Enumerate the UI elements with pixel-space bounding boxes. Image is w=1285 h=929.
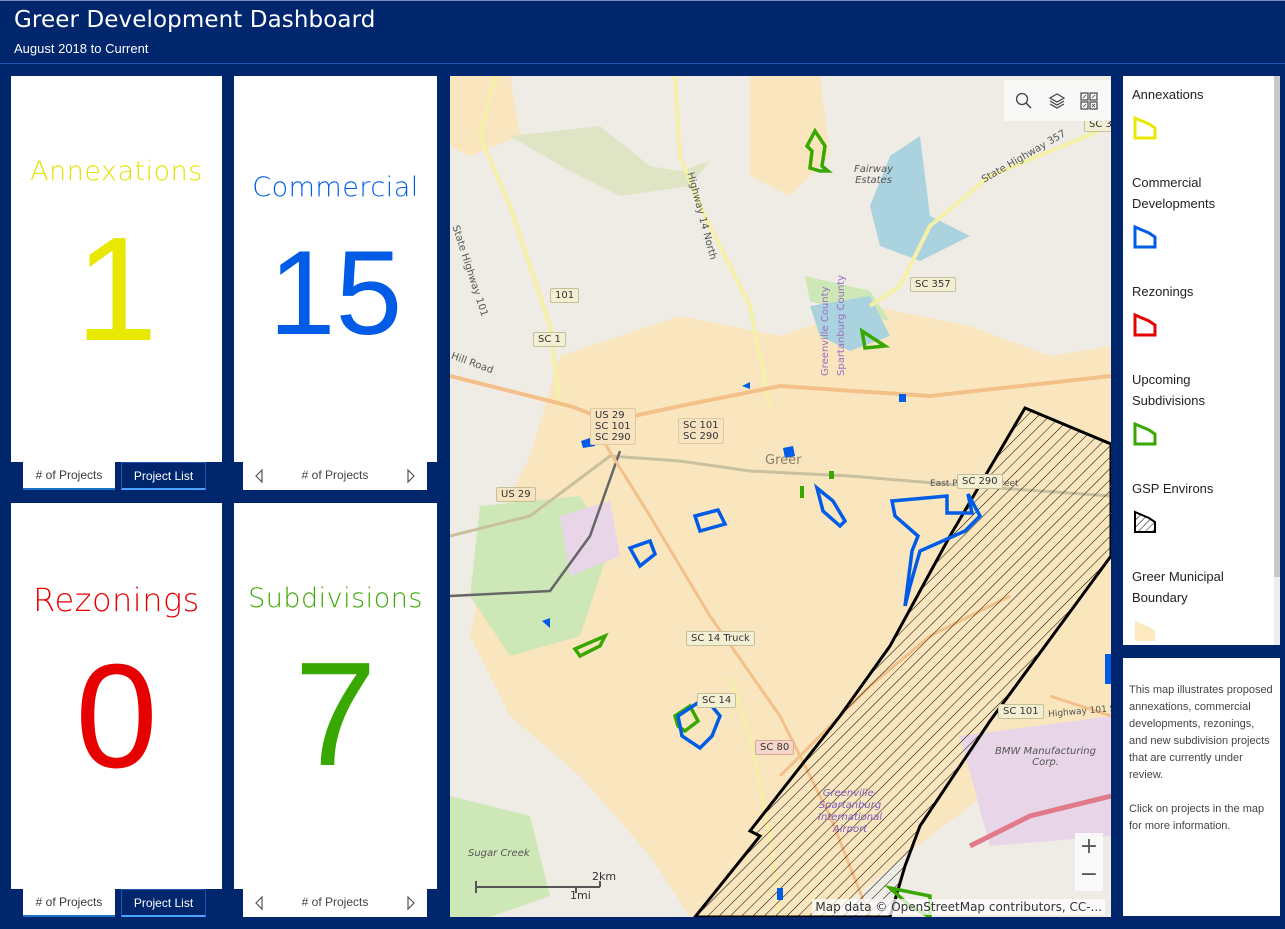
gsp-environs-symbol-icon: [1134, 510, 1156, 533]
subdivisions-pager: # of Projects: [243, 889, 427, 917]
map-attribution[interactable]: Map data © OpenStreetMap contributors, C…: [812, 899, 1105, 915]
legend-item-subdivisions: Upcoming Subdivisions: [1132, 369, 1267, 451]
pager-label: # of Projects: [301, 468, 369, 482]
legend-scrollbar[interactable]: [1274, 76, 1280, 645]
pager-label: # of Projects: [301, 895, 369, 909]
tab-project-list[interactable]: Project List: [121, 889, 206, 917]
zoom-control: + −: [1075, 833, 1103, 891]
subdivisions-card: Subdivisions 7: [234, 503, 437, 889]
next-arrow-icon[interactable]: [405, 468, 417, 484]
zoom-in-button[interactable]: +: [1075, 833, 1103, 861]
dashboard-title: Greer Development Dashboard: [14, 7, 376, 33]
annexations-tabs: # of Projects Project List: [23, 462, 213, 490]
rezonings-card: Rezonings 0: [11, 503, 222, 889]
road-shield: US 29 SC 101 SC 290: [590, 408, 636, 445]
commercial-title: Commercial: [252, 172, 419, 203]
rezonings-symbol-icon: [1133, 312, 1157, 337]
road-shield: SC 357: [910, 277, 956, 292]
legend-item-commercial: Commercial Developments: [1132, 172, 1267, 254]
subdivisions-symbol-icon: [1133, 421, 1157, 446]
basemap: [450, 76, 1111, 917]
tab-project-list[interactable]: Project List: [121, 462, 206, 490]
map-toolbar: [1004, 80, 1111, 121]
commercial-symbol-icon: [1133, 224, 1157, 249]
tab-num-projects[interactable]: # of Projects: [23, 462, 115, 490]
map-view[interactable]: Fairway Estates Greer Sugar Creek BMW Ma…: [450, 76, 1111, 917]
legend-item-rezonings: Rezonings: [1132, 281, 1267, 342]
legend-label: Upcoming Subdivisions: [1132, 372, 1205, 408]
road-shield: SC 1: [533, 332, 566, 347]
description-text: This map illustrates proposed annexation…: [1129, 684, 1273, 781]
subdivisions-title: Subdivisions: [248, 583, 423, 614]
legend-item-municipal-boundary: Greer Municipal Boundary: [1132, 566, 1267, 645]
map-label-greer: Greer: [765, 453, 802, 468]
description-panel: This map illustrates proposed annexation…: [1123, 658, 1280, 916]
commercial-card: Commercial 15: [234, 76, 437, 462]
subdivision-polygon[interactable]: [800, 486, 804, 498]
description-instructions: Click on projects in the map for more in…: [1129, 803, 1265, 832]
legend-scroll-thumb[interactable]: [1274, 76, 1280, 577]
subdivisions-count: 7: [294, 632, 377, 797]
legend-label: GSP Environs: [1132, 481, 1214, 496]
basemap-gallery-icon[interactable]: [1079, 91, 1099, 111]
commercial-polygon[interactable]: [899, 394, 906, 402]
municipal-boundary-symbol-icon: [1135, 621, 1155, 641]
search-icon[interactable]: [1014, 91, 1034, 111]
road-shield: SC 14: [697, 693, 737, 708]
legend-panel: Annexations Commercial Developments Rezo…: [1123, 76, 1280, 645]
legend-label: Commercial Developments: [1132, 175, 1216, 211]
map-label-greenville-county: Greenville County: [820, 286, 831, 376]
annexations-card: Annexations 1: [11, 76, 222, 462]
subdivision-polygon[interactable]: [829, 471, 834, 479]
commercial-polygon[interactable]: [1105, 654, 1111, 684]
map-label-bmw: BMW Manufacturing Corp.: [995, 746, 1096, 768]
map-label-airport: Greenville- Spartanburg International Ai…: [818, 788, 882, 835]
annexations-title: Annexations: [30, 156, 203, 187]
rezonings-count: 0: [75, 634, 158, 799]
road-shield: 101: [550, 288, 580, 303]
dashboard-subtitle: August 2018 to Current: [14, 41, 149, 56]
rezonings-title: Rezonings: [33, 581, 200, 619]
tab-num-projects[interactable]: # of Projects: [23, 889, 115, 917]
road-shield: SC 101: [998, 704, 1044, 719]
zoom-out-button[interactable]: −: [1075, 861, 1103, 889]
commercial-pager: # of Projects: [243, 462, 427, 490]
commercial-polygon[interactable]: [777, 888, 783, 900]
rezonings-tabs: # of Projects Project List: [23, 889, 213, 917]
commercial-count: 15: [268, 226, 403, 360]
scale-km-label: 2km: [592, 870, 617, 883]
layers-icon[interactable]: [1047, 91, 1067, 111]
next-arrow-icon[interactable]: [405, 895, 417, 911]
road-shield: SC 80: [755, 740, 795, 755]
legend-label: Annexations: [1132, 87, 1204, 102]
annexations-count: 1: [75, 207, 158, 372]
map-label-spartanburg-county: Spartanburg County: [836, 274, 847, 376]
legend-item-gsp-environs: GSP Environs: [1132, 478, 1267, 539]
road-shield: SC 290: [957, 474, 1003, 489]
header: Greer Development Dashboard August 2018 …: [0, 1, 1285, 64]
legend-item-annexations: Annexations: [1132, 84, 1267, 145]
legend-label: Rezonings: [1132, 284, 1194, 299]
road-shield: SC 101 SC 290: [678, 418, 724, 444]
map-label-sugar-creek: Sugar Creek: [468, 848, 530, 859]
legend-label: Greer Municipal Boundary: [1132, 569, 1224, 605]
road-shield: US 29: [496, 487, 536, 502]
map-label-fairway-estates: Fairway Estates: [854, 164, 893, 186]
annexations-symbol-icon: [1133, 115, 1157, 140]
scale-bar: 2km 1mi: [474, 870, 617, 905]
road-shield: SC 14 Truck: [686, 631, 755, 646]
dashboard: Greer Development Dashboard August 2018 …: [0, 0, 1285, 929]
scale-mi-label: 1mi: [570, 889, 591, 902]
